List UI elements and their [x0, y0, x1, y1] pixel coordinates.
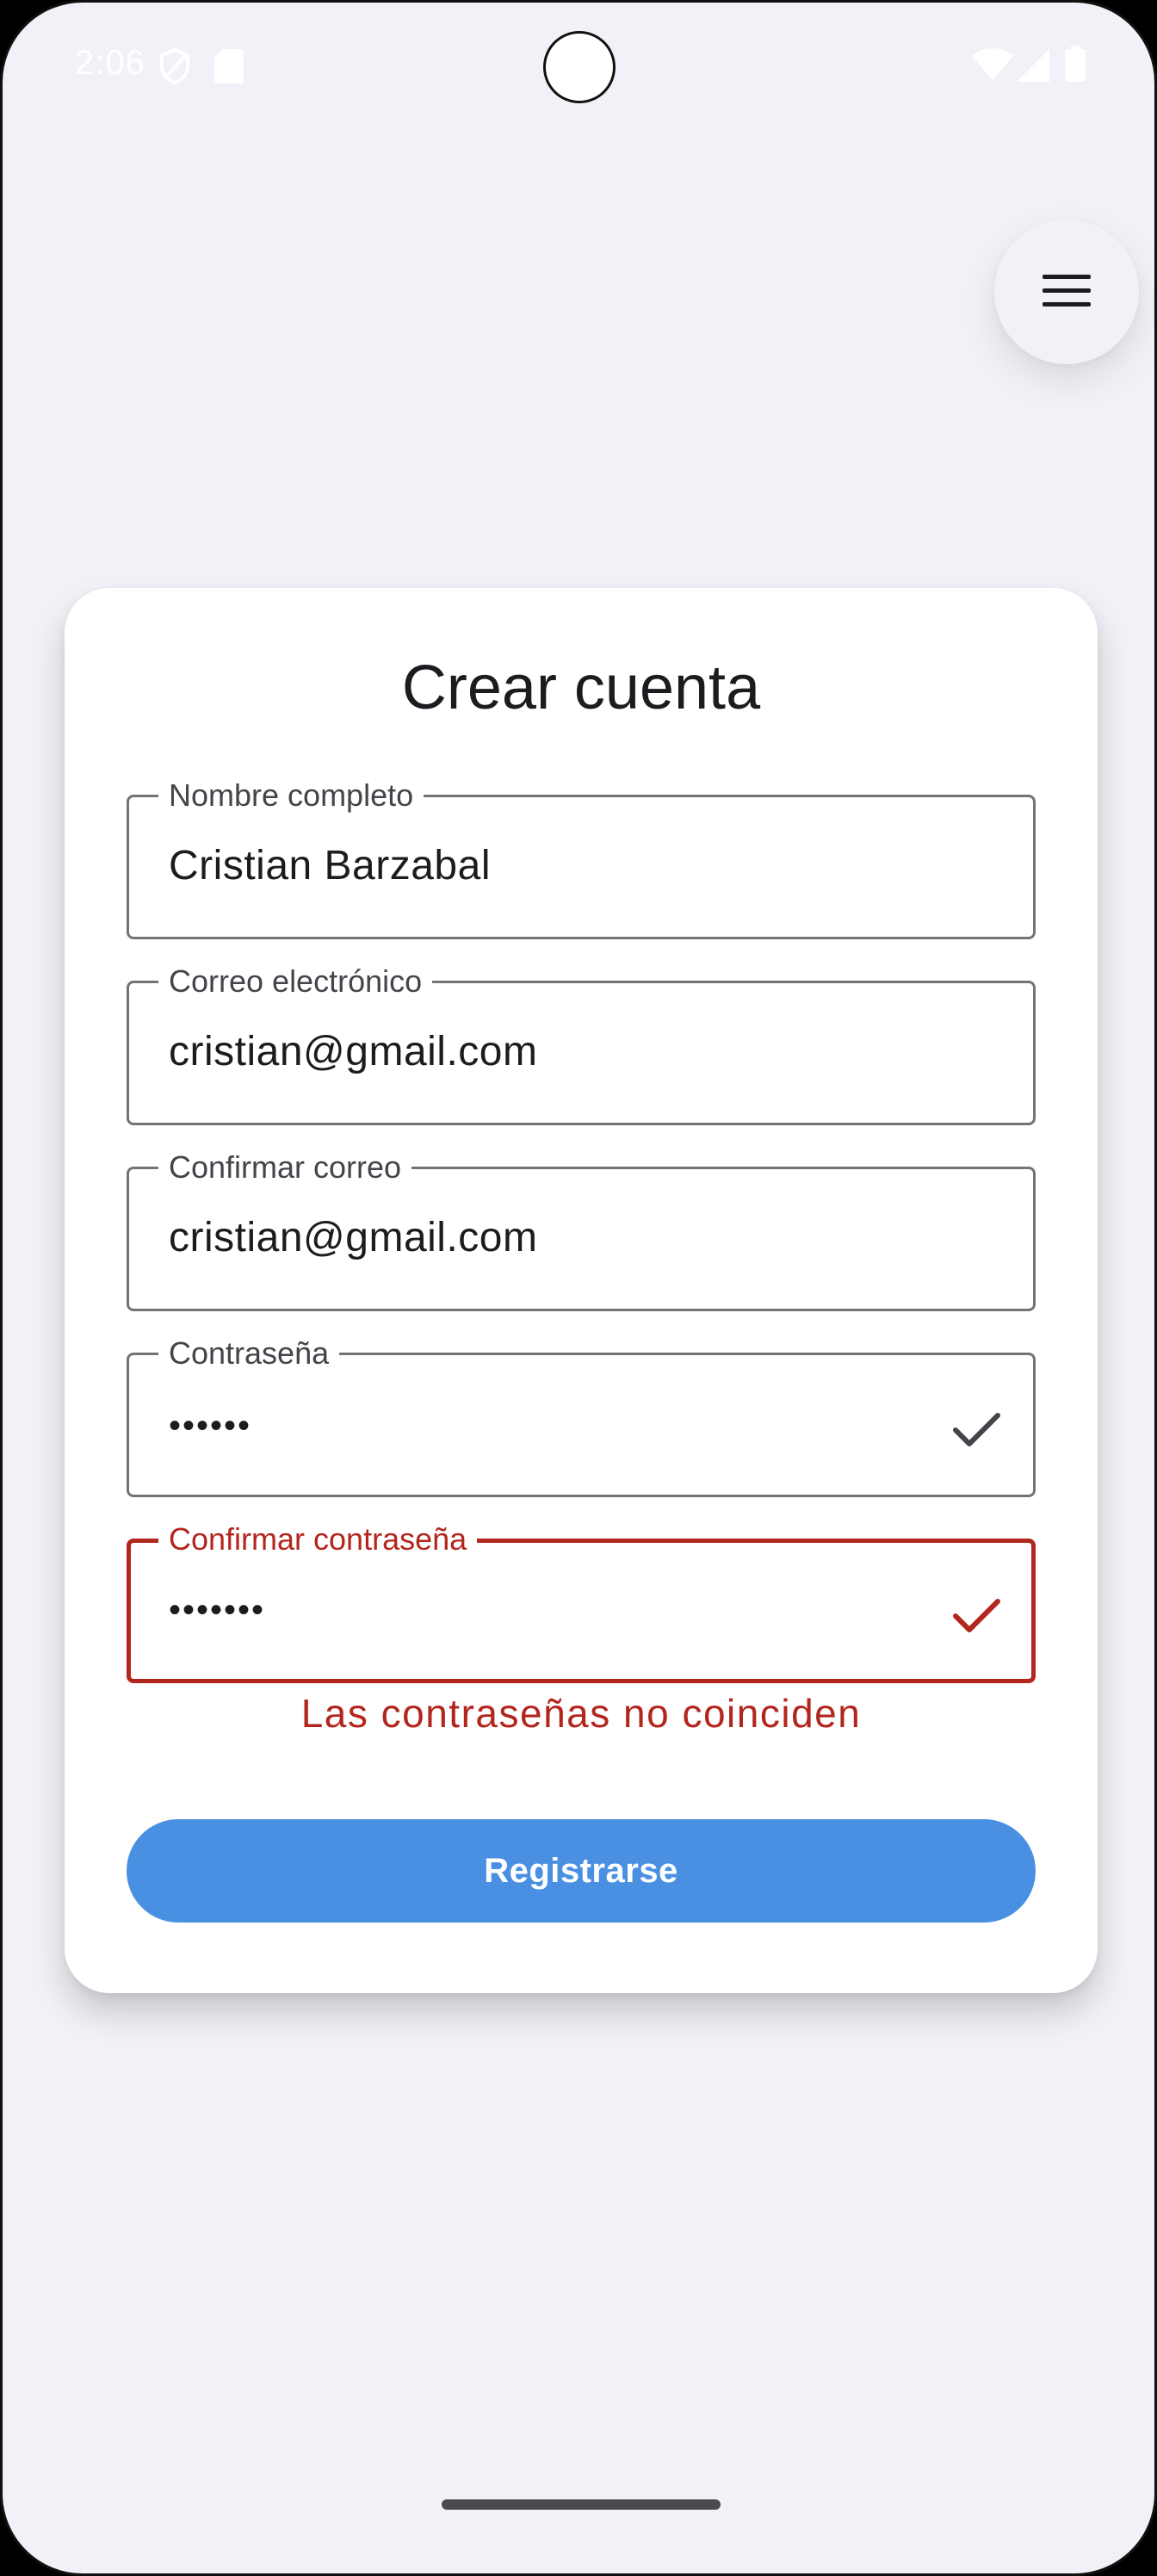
check-icon	[950, 1589, 1002, 1641]
page-title: Crear cuenta	[401, 653, 761, 722]
sd-card-icon	[214, 49, 244, 88]
email-field[interactable]: Correo electrónico cristian@gmail.com	[127, 963, 1036, 1125]
signal-icon	[1017, 49, 1049, 86]
email-value: cristian@gmail.com	[169, 1029, 538, 1074]
confirm-password-field[interactable]: Confirmar contraseña •••••••	[127, 1520, 1036, 1683]
vpn-shield-icon	[158, 47, 192, 90]
front-camera	[543, 31, 616, 103]
register-button[interactable]: Registrarse	[127, 1819, 1036, 1923]
confirm-email-label: Confirmar correo	[158, 1149, 412, 1186]
password-field[interactable]: Contraseña ••••••	[127, 1334, 1036, 1497]
confirm-email-value: cristian@gmail.com	[169, 1215, 538, 1260]
gesture-nav-handle[interactable]	[442, 2499, 721, 2510]
menu-button[interactable]	[994, 220, 1139, 364]
password-label: Contraseña	[158, 1334, 340, 1372]
email-label: Correo electrónico	[158, 963, 433, 1000]
check-icon	[950, 1403, 1002, 1455]
status-bar: 2:06	[3, 3, 1154, 132]
hamburger-menu-icon	[1043, 273, 1091, 312]
status-time: 2:06	[75, 44, 145, 82]
battery-icon	[1065, 46, 1086, 86]
register-card: Crear cuenta Nombre completo Cristian Ba…	[65, 588, 1098, 1993]
wifi-icon	[972, 47, 1013, 86]
phone-screen: 2:06 Crear cuenta Nombre completo Cristi…	[0, 0, 1157, 2576]
confirm-email-field[interactable]: Confirmar correo cristian@gmail.com	[127, 1149, 1036, 1311]
confirm-password-label: Confirmar contraseña	[158, 1520, 478, 1558]
full-name-value: Cristian Barzabal	[169, 843, 491, 889]
full-name-label: Nombre completo	[158, 777, 424, 814]
password-mismatch-error: Las contraseñas no coinciden	[300, 1691, 862, 1736]
confirm-password-value: •••••••	[169, 1591, 266, 1629]
password-value: ••••••	[169, 1407, 252, 1445]
full-name-field[interactable]: Nombre completo Cristian Barzabal	[127, 777, 1036, 939]
